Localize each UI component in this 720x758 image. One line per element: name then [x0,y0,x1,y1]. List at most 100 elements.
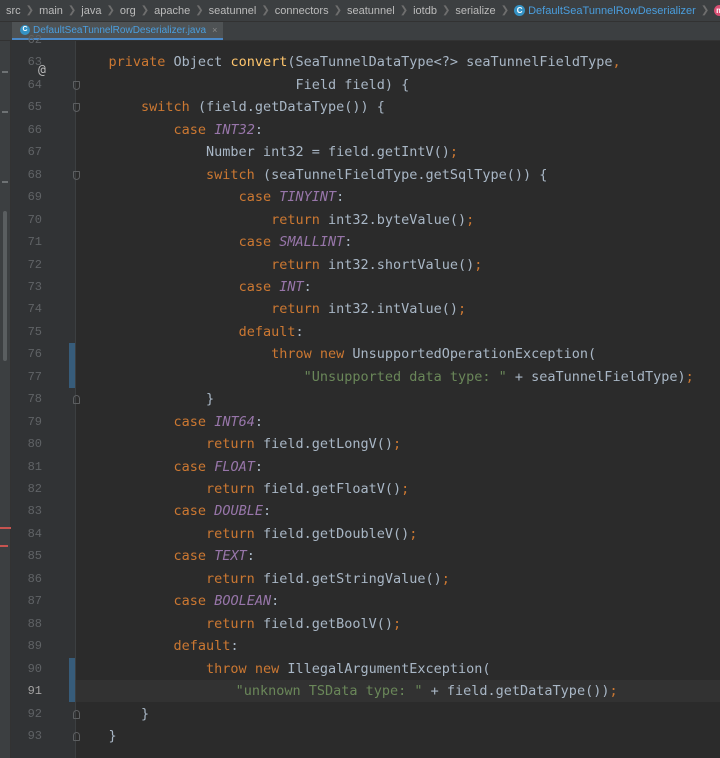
code-line[interactable]: return int32.intValue(); [76,298,720,320]
code-token: case [238,278,280,295]
code-line[interactable]: Field field) { [76,74,720,96]
code-line[interactable]: return field.getFloatV(); [76,478,720,500]
code-line[interactable]: } [76,388,720,410]
code-line[interactable] [76,41,720,51]
code-line[interactable]: switch (field.getDataType()) { [76,96,720,118]
line-number: 69 [27,190,42,205]
code-line[interactable]: case TINYINT: [76,186,720,208]
code-line[interactable]: case INT64: [76,411,720,433]
code-line[interactable]: } [76,725,720,747]
code-line[interactable]: return field.getLongV(); [76,433,720,455]
fold-collapse-icon[interactable] [73,103,80,113]
code-line[interactable]: return int32.shortValue(); [76,254,720,276]
code-line[interactable]: case SMALLINT: [76,231,720,253]
line-number: 85 [27,549,42,564]
breadcrumb-item[interactable]: serialize [455,5,495,17]
code-token: ; [609,683,618,700]
code-token: ; [458,301,467,318]
code-token: Object [173,54,231,71]
scrollbar-thumb[interactable] [3,211,7,361]
fold-end-icon[interactable] [73,395,80,405]
breadcrumb-item[interactable]: C DefaultSeaTunnelRowDeserializer [514,5,696,17]
vcs-change-marker[interactable] [69,343,75,389]
code-line[interactable]: case FLOAT: [76,456,720,478]
code-token: field.getFloatV() [262,481,402,497]
fold-collapse-icon[interactable] [73,80,80,90]
line-number: 83 [27,504,42,519]
breadcrumb-label: seatunnel [208,4,257,17]
code-line[interactable]: throw new IllegalArgumentException( [76,658,720,680]
fold-end-icon[interactable] [73,731,80,741]
breadcrumb-item[interactable]: seatunnel [209,5,257,17]
code-token: : [254,413,263,430]
code-token: "Unsupported data type: " [303,368,515,385]
code-token: INT32 [214,121,255,138]
close-icon[interactable]: × [212,25,217,35]
breadcrumb-label: src [6,4,21,17]
line-number: 74 [27,302,42,317]
breadcrumb-item[interactable]: java [81,5,101,17]
breadcrumb-item[interactable]: mconvert [714,5,720,17]
line-number: 78 [27,392,42,407]
breadcrumb-item[interactable]: apache [154,5,190,17]
code-line[interactable]: } [76,703,720,725]
line-number: 77 [27,369,42,384]
code-token: return [206,570,263,587]
code-line[interactable]: "Unsupported data type: " + seaTunnelFie… [76,366,720,388]
code-token: ; [401,481,410,497]
code-line[interactable]: default: [76,635,720,657]
code-line[interactable]: return field.getDoubleV(); [76,523,720,545]
code-token: return [271,211,328,228]
code-line[interactable]: case INT32: [76,119,720,141]
code-line[interactable]: Number int32 = field.getIntV(); [76,141,720,163]
code-line[interactable]: case INT: [76,276,720,298]
breadcrumb-label: serialize [455,4,496,17]
breadcrumb-item[interactable]: connectors [275,5,329,17]
code-token: } [76,391,215,408]
code-token: switch [141,99,198,116]
code-line[interactable]: case DOUBLE: [76,500,720,522]
code-line[interactable]: switch (seaTunnelFieldType.getSqlType())… [76,164,720,186]
line-number: 93 [27,728,42,743]
code-line[interactable]: private Object convert(SeaTunnelDataType… [76,51,720,73]
line-number: 84 [27,526,42,541]
code-token: throw new [271,346,353,363]
breadcrumb-item[interactable]: src [6,5,21,17]
code-line[interactable]: case TEXT: [76,545,720,567]
code-token: TEXT [214,548,247,565]
breadcrumb-item[interactable]: seatunnel [347,5,395,17]
code-line[interactable]: throw new UnsupportedOperationException( [76,343,720,365]
code-editor[interactable]: private Object convert(SeaTunnelDataType… [76,41,720,758]
breadcrumb-item[interactable]: org [120,5,136,17]
line-number: 71 [27,235,42,250]
code-token: : [254,121,263,138]
breadcrumb-item[interactable]: main [39,5,63,17]
code-token: : [271,593,280,610]
breadcrumb-item[interactable]: iotdb [413,5,437,17]
code-token: case [173,458,215,475]
fold-collapse-icon[interactable] [73,170,80,180]
code-token: , [612,54,621,71]
vcs-change-marker[interactable] [69,657,75,703]
code-line[interactable]: return field.getBoolV(); [76,613,720,635]
fold-end-icon[interactable] [73,709,80,719]
code-token: ; [449,144,459,161]
code-line[interactable]: case BOOLEAN: [76,590,720,612]
code-line[interactable]: return field.getStringValue(); [76,568,720,590]
tab-default-seatunnel-row-deserializer[interactable]: C DefaultSeaTunnelRowDeserializer.java × [12,22,224,40]
code-line[interactable]: return int32.byteValue(); [76,209,720,231]
code-token: case [173,593,215,610]
code-token: : [262,503,272,520]
code-token: throw new [206,660,288,677]
chevron-right-icon: ❯ [67,5,77,16]
code-line[interactable]: default: [76,321,720,343]
code-line[interactable]: "unknown TSData type: " + field.getDataT… [76,680,720,703]
